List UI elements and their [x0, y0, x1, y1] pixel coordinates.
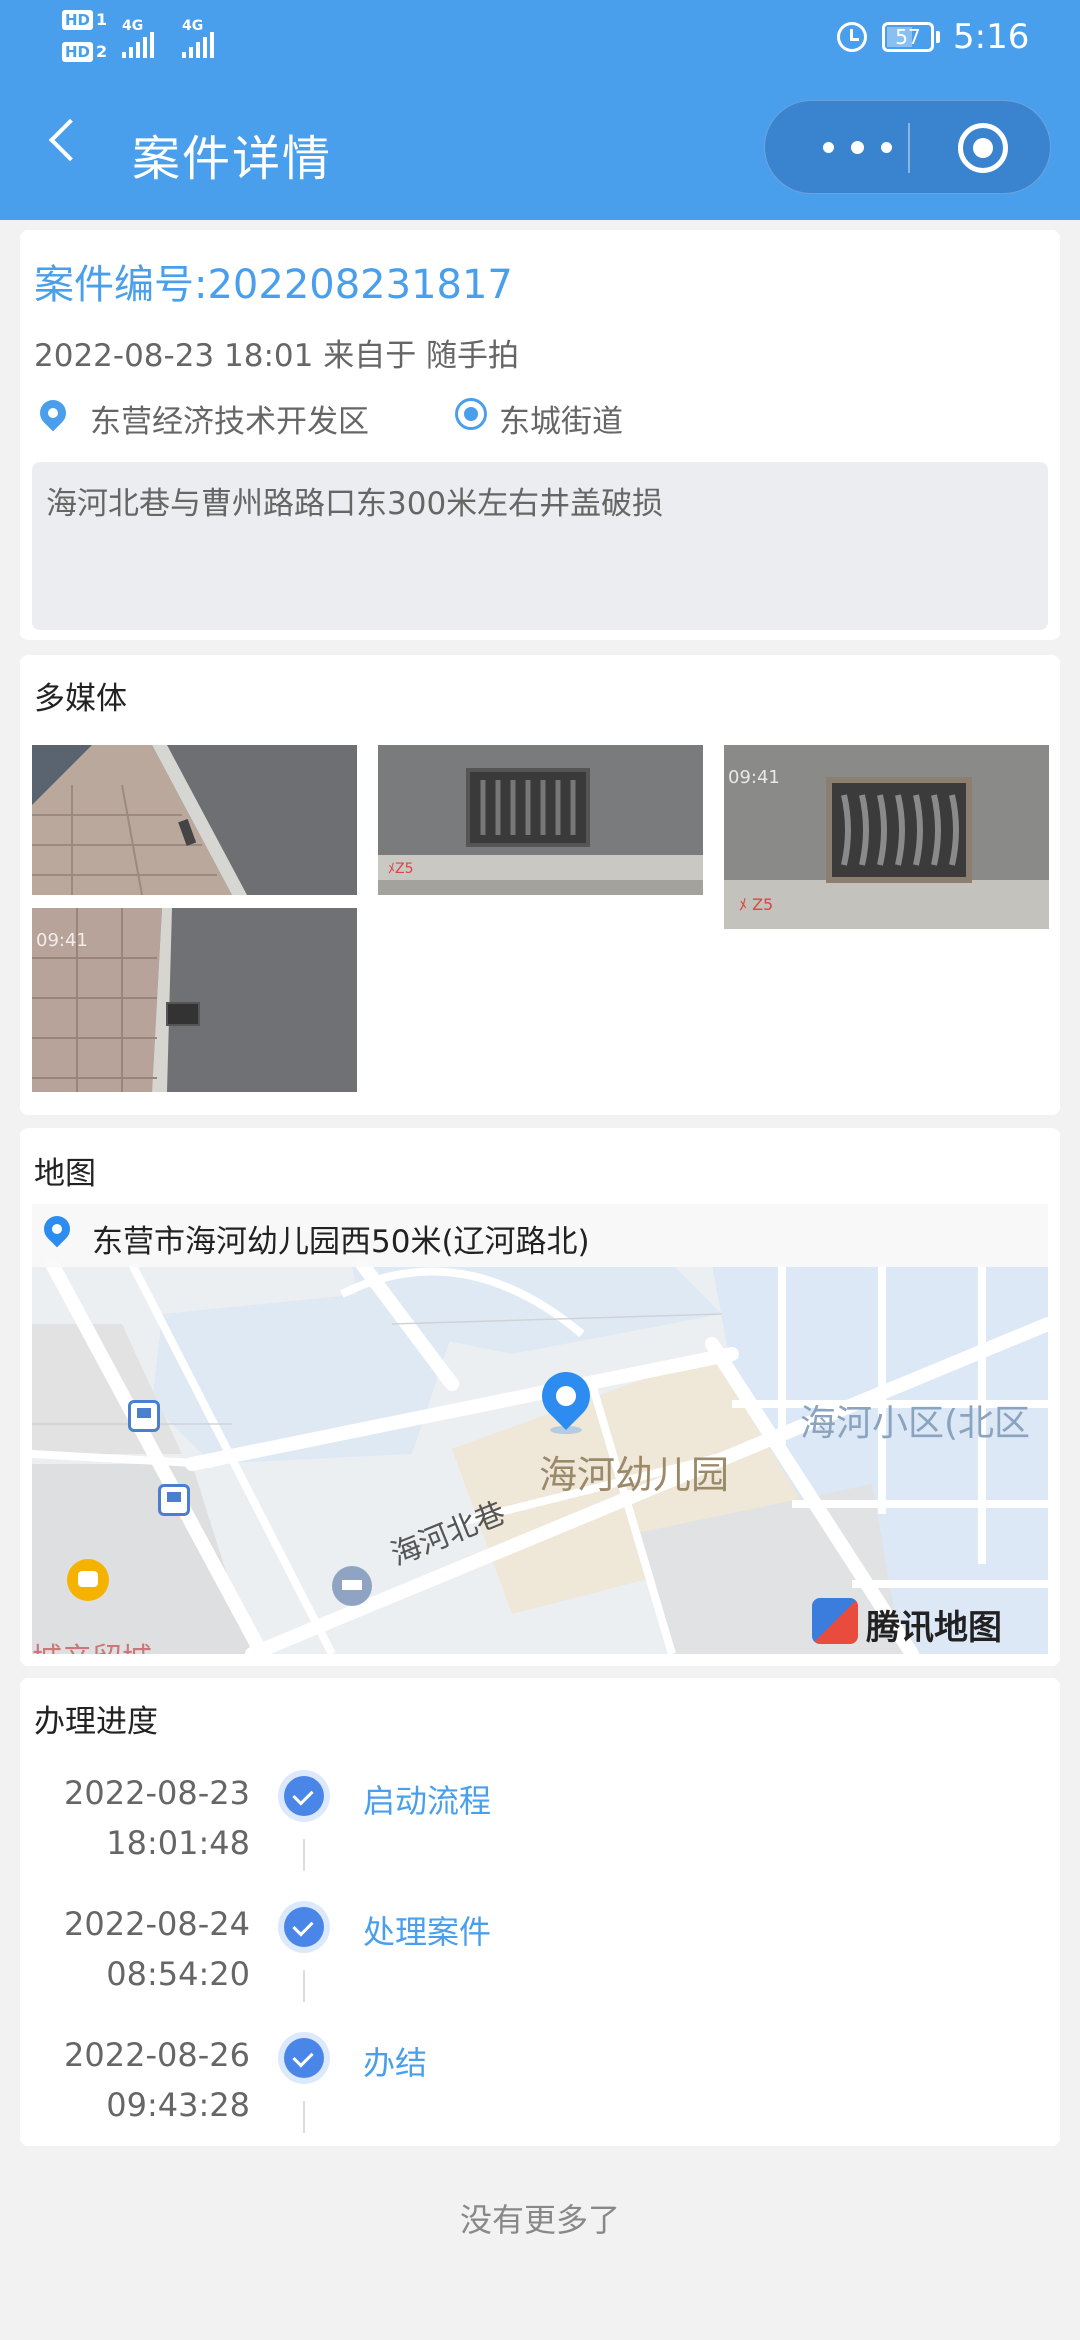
svg-text:ﾒZ5: ﾒZ5 — [388, 861, 414, 877]
status-bar: HD 1 HD 2 4G 4G 57 5:16 — [0, 0, 1080, 75]
progress-step: 2022-08-26 09:43:28 办结 — [20, 2032, 1060, 2146]
svg-text:ﾒ Z5: ﾒ Z5 — [739, 895, 773, 914]
step-label: 处理案件 — [363, 1913, 492, 1951]
map-provider-logo: 腾讯地图 — [812, 1594, 1042, 1648]
media-title: 多媒体 — [34, 681, 127, 717]
location-pin-icon — [34, 394, 72, 432]
hotel-icon — [332, 1566, 372, 1606]
timeline-connector — [303, 2101, 305, 2133]
map-title: 地图 — [34, 1156, 96, 1192]
map-card: 地图 东营市海河幼儿园西50米(辽河路北) 海河北巷 海河幼儿园 海河小区(北区… — [20, 1128, 1060, 1666]
map-address-bar: 东营市海河幼儿园西50米(辽河路北) — [32, 1204, 1048, 1267]
photo-thumbnail-1[interactable] — [32, 745, 357, 895]
photo-3-timestamp: 09:41 — [728, 767, 780, 788]
tencent-map-icon — [812, 1598, 858, 1644]
check-circle-icon — [278, 1770, 330, 1822]
map-view[interactable]: 东营市海河幼儿园西50米(辽河路北) 海河北巷 海河幼儿园 海河小区(北区 城产… — [32, 1204, 1048, 1654]
step-date: 2022-08-23 — [64, 1774, 250, 1812]
step-time: 09:43:28 — [106, 2086, 250, 2124]
battery-level: 57 — [895, 25, 921, 49]
hd1-badge: HD — [62, 10, 94, 30]
check-circle-icon — [278, 1901, 330, 1953]
district-location: 东营经济技术开发区 — [34, 394, 369, 441]
more-dots-icon[interactable] — [807, 101, 907, 195]
case-description: 海河北巷与曹州路路口东300米左右井盖破损 — [32, 462, 1048, 630]
district-label: 东营经济技术开发区 — [90, 404, 369, 440]
alarm-icon — [837, 22, 867, 52]
photo-thumbnail-4[interactable]: 09:41 — [32, 908, 357, 1092]
photo-thumbnail-2[interactable]: ﾒZ5 — [378, 745, 703, 895]
map-label-community: 海河小区(北区 — [800, 1403, 1031, 1444]
progress-step: 2022-08-23 18:01:48 启动流程 — [20, 1770, 1060, 1884]
check-circle-icon — [278, 2032, 330, 2084]
map-label-bottom-left: 城产留城 — [32, 1634, 152, 1654]
case-info-card: 案件编号:202208231817 2022-08-23 18:01 来自于 随… — [20, 230, 1060, 640]
bus-stop-icon — [128, 1400, 160, 1432]
progress-title: 办理进度 — [34, 1704, 158, 1740]
map-address: 东营市海河幼儿园西50米(辽河路北) — [92, 1224, 590, 1260]
street-label: 东城街道 — [499, 404, 623, 440]
step-label: 办结 — [363, 2044, 428, 2082]
media-card: 多媒体 ﾒZ5 ﾒ Z5 09:41 09:41 — [20, 655, 1060, 1115]
progress-step: 2022-08-24 08:54:20 处理案件 — [20, 1901, 1060, 2015]
hd1-number: 1 — [96, 10, 108, 29]
photo-thumbnail-3[interactable]: ﾒ Z5 09:41 — [724, 745, 1049, 929]
step-time: 18:01:48 — [106, 1824, 250, 1862]
progress-card: 办理进度 2022-08-23 18:01:48 启动流程 2022-08-24… — [20, 1678, 1060, 2146]
photo-4-timestamp: 09:41 — [36, 930, 88, 951]
timeline-connector — [303, 1970, 305, 2002]
capsule-divider — [908, 123, 910, 173]
step-time: 08:54:20 — [106, 1955, 250, 1993]
case-meta: 2022-08-23 18:01 来自于 随手拍 — [34, 338, 520, 374]
battery-tip — [936, 31, 940, 43]
bus-stop-icon — [158, 1484, 190, 1516]
battery-icon: 57 — [882, 22, 934, 52]
street-location: 东城街道 — [455, 396, 623, 441]
address-pin-icon — [38, 1210, 76, 1248]
mini-program-capsule — [764, 100, 1051, 194]
hd2-number: 2 — [96, 42, 108, 61]
case-number: 案件编号:202208231817 — [34, 262, 513, 308]
step-label: 启动流程 — [363, 1782, 492, 1820]
step-date: 2022-08-24 — [64, 1905, 250, 1943]
map-provider-text: 腾讯地图 — [866, 1608, 1002, 1648]
nav-bar: 案件详情 — [0, 75, 1080, 220]
no-more-text: 没有更多了 — [459, 2201, 620, 2239]
timeline-connector — [303, 1839, 305, 1871]
street-target-icon — [455, 398, 487, 430]
status-time: 5:16 — [953, 17, 1030, 57]
step-date: 2022-08-26 — [64, 2036, 250, 2074]
close-target-icon[interactable] — [958, 123, 1008, 173]
hd2-badge: HD — [62, 42, 94, 62]
page-title: 案件详情 — [132, 131, 333, 187]
poi-icon — [67, 1559, 109, 1601]
back-chevron-icon[interactable] — [48, 118, 92, 162]
map-label-kindergarten: 海河幼儿园 — [539, 1453, 730, 1497]
